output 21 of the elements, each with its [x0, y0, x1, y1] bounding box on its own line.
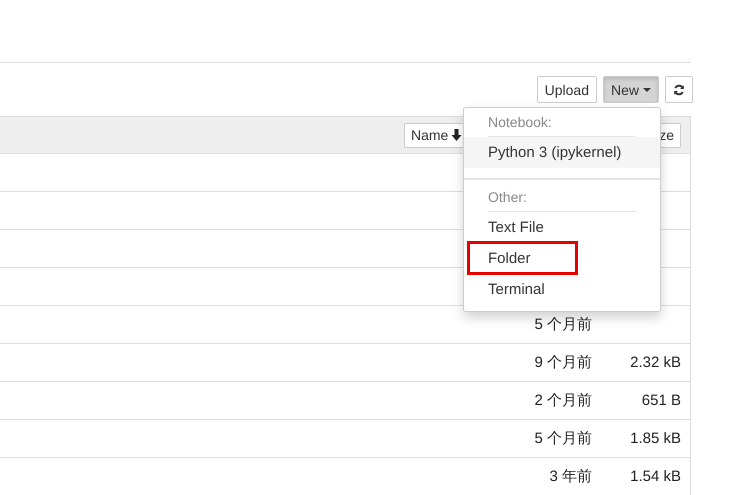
new-button[interactable]: New	[602, 76, 659, 103]
size-cell-text: 651 B	[640, 392, 681, 409]
modified-cell-text: 5 个月前	[533, 315, 592, 334]
refresh-icon	[673, 84, 685, 96]
menu-item[interactable]: Text File	[464, 212, 660, 243]
menu-item[interactable]: Folder	[464, 243, 660, 274]
modified-cell-text: 3 年前	[548, 467, 592, 486]
menu-item[interactable]: Terminal	[464, 274, 660, 305]
size-cell-text: 1.85 kB	[629, 430, 681, 447]
menu-section-header: Other:	[487, 188, 528, 205]
menu-item[interactable]: Python 3 (ipykernel)	[464, 137, 660, 168]
modified-cell-text: 5 个月前	[533, 429, 592, 448]
refresh-button[interactable]	[665, 76, 693, 103]
size-cell-text: 1.54 kB	[629, 468, 681, 485]
caret-icon	[643, 88, 651, 92]
modified-cell-text: 2 个月前	[533, 391, 592, 410]
arrow-down-icon	[451, 129, 462, 141]
modified-cell-text: 9 个月前	[533, 353, 592, 372]
upload-button[interactable]: Upload	[536, 76, 597, 103]
menu-section-header: Notebook:	[487, 113, 553, 130]
size-cell-text: 2.32 kB	[629, 354, 681, 371]
